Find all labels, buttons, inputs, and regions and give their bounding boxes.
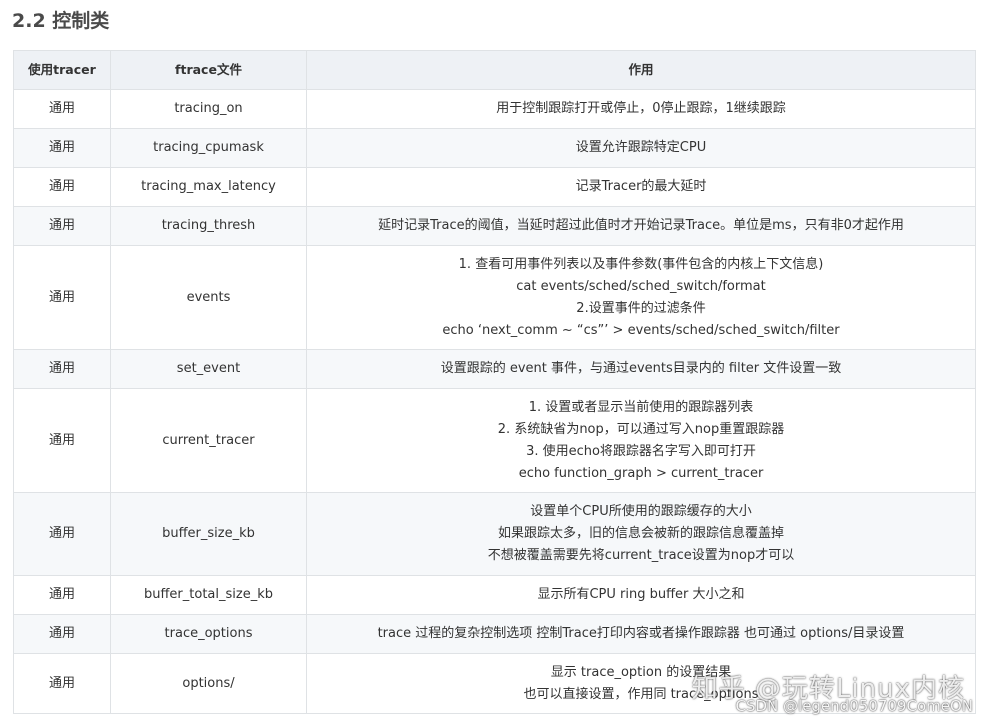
purpose-line: 设置允许跟踪特定CPU [575, 140, 707, 155]
purpose-line: 不想被覆盖需要先将current_trace设置为nop才可以 [487, 548, 795, 563]
csdn-watermark: CSDN @legend050709ComeON [735, 697, 974, 715]
cell-tracer: 通用 [13, 206, 111, 246]
cell-ftrace-file: tracing_on [110, 89, 307, 129]
cell-ftrace-file: trace_options [110, 614, 307, 654]
table-row: 通用 current_tracer 1. 设置或者显示当前使用的跟踪器列表 2. 系统… [13, 388, 976, 493]
table-row: 通用 buffer_total_size_kb 显示所有CPU ring buffe… [13, 575, 976, 615]
purpose-line: 如果跟踪太多，旧的信息会被新的跟踪信息覆盖掉 [497, 526, 784, 541]
cell-tracer: 通用 [13, 349, 111, 389]
header-purpose: 作用 [306, 50, 976, 90]
cell-purpose: 延时记录Trace的阈值，当延时超过此值时才开始记录Trace。单位是ms，只有… [306, 206, 976, 246]
cell-purpose: 设置跟踪的 event 事件，与通过events目录内的 filter 文件设置… [306, 349, 976, 389]
table-row: 通用 buffer_size_kb 设置单个CPU所使用的跟踪缓存的大小 如果跟踪太多… [13, 492, 976, 576]
cell-ftrace-file: buffer_size_kb [110, 492, 307, 576]
cell-ftrace-file: set_event [110, 349, 307, 389]
cell-ftrace-file: tracing_thresh [110, 206, 307, 246]
cell-purpose: 设置允许跟踪特定CPU [306, 128, 976, 168]
purpose-line: echo ‘next_comm ~ “cs”’ > events/sched/s… [442, 322, 840, 338]
table-row: 通用 tracing_cpumask 设置允许跟踪特定CPU [13, 128, 976, 168]
cell-purpose: 1. 设置或者显示当前使用的跟踪器列表 2. 系统缺省为nop，可以通过写入nop… [306, 388, 976, 493]
section-title: 2.2 控制类 [12, 10, 110, 32]
header-ftrace-file: ftrace文件 [110, 50, 307, 90]
purpose-line: 延时记录Trace的阈值，当延时超过此值时才开始记录Trace。单位是ms，只有… [378, 218, 904, 233]
purpose-line: 设置单个CPU所使用的跟踪缓存的大小 [530, 504, 752, 519]
purpose-line: 用于控制跟踪打开或停止，0停止跟踪，1继续跟踪 [496, 101, 786, 116]
cell-tracer: 通用 [13, 128, 111, 168]
table-row: 通用 events 1. 查看可用事件列表以及事件参数(事件包含的内核上下文信息) c… [13, 245, 976, 350]
purpose-line: 1. 查看可用事件列表以及事件参数(事件包含的内核上下文信息) [458, 256, 824, 272]
ftrace-control-table: 使用tracer ftrace文件 作用 通用 tracing_on 用于控制跟踪打… [13, 50, 976, 714]
cell-purpose: 用于控制跟踪打开或停止，0停止跟踪，1继续跟踪 [306, 89, 976, 129]
cell-ftrace-file: events [110, 245, 307, 350]
cell-tracer: 通用 [13, 614, 111, 654]
cell-tracer: 通用 [13, 89, 111, 129]
purpose-line: 3. 使用echo将跟踪器名字写入即可打开 [526, 443, 756, 459]
cell-ftrace-file: tracing_max_latency [110, 167, 307, 207]
cell-purpose: 记录Tracer的最大延时 [306, 167, 976, 207]
purpose-line: 显示所有CPU ring buffer 大小之和 [537, 587, 745, 602]
cell-purpose: 显示所有CPU ring buffer 大小之和 [306, 575, 976, 615]
cell-purpose: 1. 查看可用事件列表以及事件参数(事件包含的内核上下文信息) cat event… [306, 245, 976, 350]
cell-tracer: 通用 [13, 167, 111, 207]
purpose-line: 2.设置事件的过滤条件 [576, 300, 706, 316]
purpose-line: 1. 设置或者显示当前使用的跟踪器列表 [528, 399, 754, 415]
cell-purpose: 设置单个CPU所使用的跟踪缓存的大小如果跟踪太多，旧的信息会被新的跟踪信息覆盖掉… [306, 492, 976, 576]
cell-tracer: 通用 [13, 388, 111, 493]
purpose-line: echo function_graph > current_tracer [518, 465, 764, 481]
purpose-line: trace 过程的复杂控制选项 控制Trace打印内容或者操作跟踪器 也可通过 … [377, 626, 905, 641]
cell-tracer: 通用 [13, 245, 111, 350]
purpose-line: cat events/sched/sched_switch/format [516, 278, 766, 294]
purpose-line: 设置跟踪的 event 事件，与通过events目录内的 filter 文件设置… [440, 361, 842, 376]
cell-tracer: 通用 [13, 653, 111, 714]
table-row: 通用 set_event 设置跟踪的 event 事件，与通过events目录内的 … [13, 349, 976, 389]
table-row: 通用 tracing_thresh 延时记录Trace的阈值，当延时超过此值时才开始… [13, 206, 976, 246]
purpose-line: 2. 系统缺省为nop，可以通过写入nop重置跟踪器 [497, 421, 785, 437]
purpose-line: 记录Tracer的最大延时 [575, 179, 707, 194]
cell-ftrace-file: options/ [110, 653, 307, 714]
cell-ftrace-file: current_tracer [110, 388, 307, 493]
cell-tracer: 通用 [13, 492, 111, 576]
table-row: 通用 tracing_max_latency 记录Tracer的最大延时 [13, 167, 976, 207]
cell-tracer: 通用 [13, 575, 111, 615]
header-tracer: 使用tracer [13, 50, 111, 90]
cell-ftrace-file: tracing_cpumask [110, 128, 307, 168]
table-header-row: 使用tracer ftrace文件 作用 [13, 50, 976, 90]
table-row: 通用 tracing_on 用于控制跟踪打开或停止，0停止跟踪，1继续跟踪 [13, 89, 976, 129]
cell-ftrace-file: buffer_total_size_kb [110, 575, 307, 615]
cell-purpose: trace 过程的复杂控制选项 控制Trace打印内容或者操作跟踪器 也可通过 … [306, 614, 976, 654]
table-row: 通用 trace_options trace 过程的复杂控制选项 控制Trace打印… [13, 614, 976, 654]
